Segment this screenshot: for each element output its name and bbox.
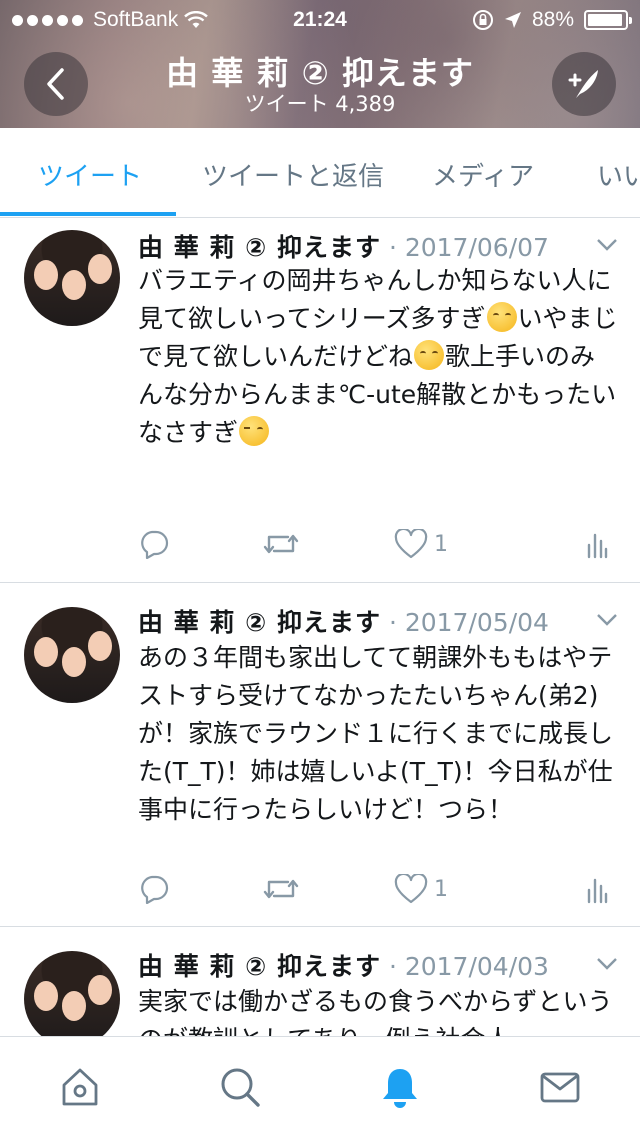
like-count: 1 — [434, 531, 448, 557]
like-count: 1 — [434, 876, 448, 902]
tab-likes[interactable]: いい — [597, 156, 640, 193]
tab-tweets-and-replies[interactable]: ツイートと返信 — [202, 156, 384, 193]
crying-face-emoji — [239, 416, 270, 446]
chevron-down-icon[interactable] — [596, 613, 618, 627]
tweet[interactable]: 由 華 莉 ② 抑えます · 2017/06/07 バラエティの岡井ちゃんしか知… — [0, 218, 640, 583]
retweet-button[interactable] — [262, 869, 300, 909]
profile-tabs: ツイート ツイートと返信 メディア いい — [0, 128, 640, 218]
nav-notifications-button[interactable] — [376, 1063, 424, 1111]
tweet-header: 由 華 莉 ② 抑えます · 2017/06/07 — [138, 228, 640, 264]
analytics-bars-icon — [587, 878, 608, 904]
tweet-count: ツイート 4,389 — [244, 92, 396, 116]
tweet-actions: 1 — [138, 869, 618, 909]
like-button[interactable]: 1 — [394, 524, 448, 564]
retweet-icon — [263, 879, 299, 899]
like-button[interactable]: 1 — [394, 869, 448, 909]
tweet-author-name[interactable]: 由 華 莉 ② 抑えます — [138, 233, 381, 262]
compose-tweet-button[interactable] — [552, 52, 616, 116]
retweet-button[interactable] — [262, 524, 300, 564]
status-bar: SoftBank 21:24 88% — [0, 0, 640, 40]
reply-icon — [141, 875, 169, 904]
reply-button[interactable] — [138, 869, 170, 909]
bottom-navigation — [0, 1036, 640, 1136]
messages-envelope-icon — [540, 1072, 580, 1103]
reply-button[interactable] — [138, 524, 170, 564]
search-icon — [221, 1068, 260, 1107]
nav-home-button[interactable] — [56, 1063, 104, 1111]
tweet-author-name[interactable]: 由 華 莉 ② 抑えます — [138, 608, 381, 637]
relieved-face-emoji — [414, 340, 445, 370]
relieved-face-emoji — [486, 302, 517, 332]
avatar[interactable] — [24, 607, 120, 703]
analytics-button[interactable] — [586, 524, 608, 564]
location-arrow-icon — [504, 12, 521, 28]
home-icon — [62, 1068, 98, 1106]
tweet-text: バラエティの岡井ちゃんしか知らない人に見て欲しいってシリーズ多すぎ いやまじで見て… — [138, 266, 618, 447]
battery-icon — [584, 10, 632, 30]
tweet-author-name[interactable]: 由 華 莉 ② 抑えます — [138, 952, 381, 981]
chevron-down-icon[interactable] — [596, 957, 618, 971]
nav-search-button[interactable] — [216, 1063, 264, 1111]
tweet-date: · 2017/06/07 — [388, 233, 549, 262]
tweet-date: · 2017/05/04 — [388, 608, 549, 637]
tweet-text: 実家では働かざるもの食うべからずというのが教訓としてあり、例え社会人 — [138, 987, 613, 1036]
retweet-icon — [263, 534, 299, 554]
tab-tweets[interactable]: ツイート — [38, 156, 142, 193]
nav-messages-button[interactable] — [536, 1063, 584, 1111]
profile-header: SoftBank 21:24 88% 由 華 莉 ② 抑えます ツイート 4,3… — [0, 0, 640, 128]
tweet[interactable]: 由 華 莉 ② 抑えます · 2017/04/03 実家では働かざるもの食うべか… — [0, 927, 640, 1036]
tweet-actions: 1 — [138, 524, 618, 564]
heart-icon — [394, 874, 428, 904]
orientation-lock-icon — [472, 10, 493, 30]
compose-feather-icon — [568, 70, 598, 98]
avatar[interactable] — [24, 230, 120, 326]
active-tab-indicator — [0, 212, 176, 216]
tweet-text: あの３年間も家出してて朝課外ももはやテストすら受けてなかったたいちゃん(弟2)が… — [138, 643, 614, 824]
battery-percentage: 88% — [531, 8, 574, 31]
tweet-header: 由 華 莉 ② 抑えます · 2017/05/04 — [138, 603, 640, 639]
analytics-bars-icon — [587, 533, 608, 559]
tab-media[interactable]: メディア — [432, 156, 534, 193]
status-right: 88% — [472, 8, 632, 32]
heart-icon — [394, 529, 428, 559]
notifications-bell-icon — [383, 1069, 417, 1108]
analytics-button[interactable] — [586, 869, 608, 909]
tweet-header: 由 華 莉 ② 抑えます · 2017/04/03 — [138, 947, 640, 983]
tweet-date: · 2017/04/03 — [388, 952, 549, 981]
tweet[interactable]: 由 華 莉 ② 抑えます · 2017/05/04 あの３年間も家出してて朝課外… — [0, 583, 640, 927]
reply-icon — [141, 530, 169, 559]
avatar[interactable] — [24, 951, 120, 1036]
chevron-down-icon[interactable] — [596, 238, 618, 252]
tweet-timeline: 由 華 莉 ② 抑えます · 2017/06/07 バラエティの岡井ちゃんしか知… — [0, 218, 640, 1036]
